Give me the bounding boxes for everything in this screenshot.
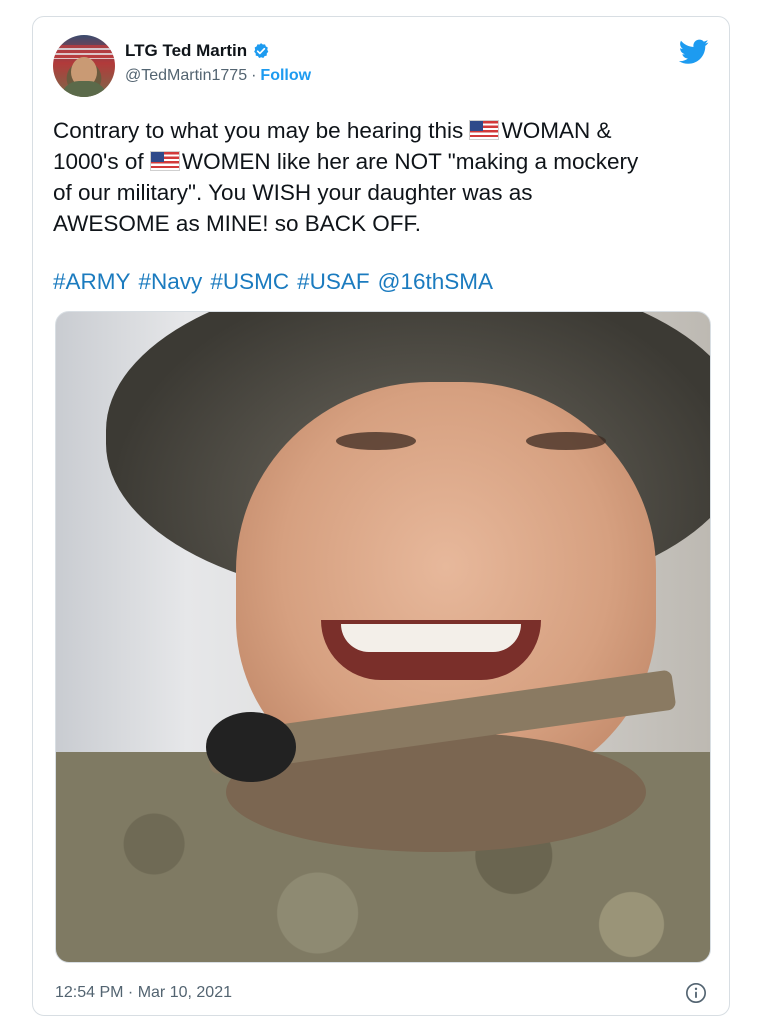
photo-teeth: [341, 624, 521, 652]
display-name-row: LTG Ted Martin: [125, 41, 311, 61]
mention-16thsma[interactable]: @16thSMA: [378, 269, 493, 295]
hashtag-usaf[interactable]: #USAF: [297, 269, 370, 295]
photo-headset-mic: [206, 712, 296, 782]
tweet-timestamp[interactable]: 12:54 PM · Mar 10, 2021: [55, 984, 232, 1002]
tweet-text-line-3: of our military". You WISH your daughter…: [53, 180, 533, 205]
avatar[interactable]: [53, 35, 115, 97]
tweet-text-segment: 1000's of: [53, 149, 150, 174]
photo-right-eye: [526, 432, 606, 450]
separator-dot: ·: [251, 67, 257, 84]
info-icon[interactable]: [685, 982, 707, 1004]
tweet-text-line-4: AWESOME as MINE! so BACK OFF.: [53, 211, 421, 236]
tweet-text: Contrary to what you may be hearing this…: [53, 115, 705, 239]
tweet-text-segment: WOMEN like her are NOT "making a mockery: [181, 149, 639, 174]
verified-badge-icon: [254, 43, 269, 59]
hashtag-usmc[interactable]: #USMC: [210, 269, 289, 295]
tweet-footer: 12:54 PM · Mar 10, 2021: [55, 981, 707, 1005]
hashtag-navy[interactable]: #Navy: [139, 269, 203, 295]
tweet-text-segment: WOMAN &: [501, 118, 612, 143]
follow-button[interactable]: Follow: [260, 67, 311, 85]
hashtag-list: #ARMY #Navy #USMC #USAF @16thSMA: [53, 269, 493, 295]
handle-row: @TedMartin1775 · Follow: [125, 67, 311, 85]
author-display-name[interactable]: LTG Ted Martin: [125, 41, 247, 61]
tweet-header: LTG Ted Martin @TedMartin1775 · Follow: [53, 35, 709, 99]
photo-left-eye: [336, 432, 416, 450]
author-names: LTG Ted Martin @TedMartin1775 · Follow: [125, 41, 311, 85]
us-flag-emoji-icon: [149, 151, 180, 171]
tweet-text-line-1: Contrary to what you may be hearing this…: [53, 115, 705, 146]
us-flag-emoji-icon: [469, 120, 500, 140]
tweet-text-line-2: 1000's of WOMEN like her are NOT "making…: [53, 146, 705, 177]
hashtag-army[interactable]: #ARMY: [53, 269, 131, 295]
twitter-bird-icon[interactable]: [679, 39, 709, 65]
author-handle[interactable]: @TedMartin1775: [125, 67, 247, 85]
tweet-card[interactable]: LTG Ted Martin @TedMartin1775 · Follow C…: [32, 16, 730, 1016]
tweet-text-segment: Contrary to what you may be hearing this: [53, 118, 470, 143]
avatar-body: [61, 81, 107, 97]
tweet-photo[interactable]: [55, 311, 711, 963]
